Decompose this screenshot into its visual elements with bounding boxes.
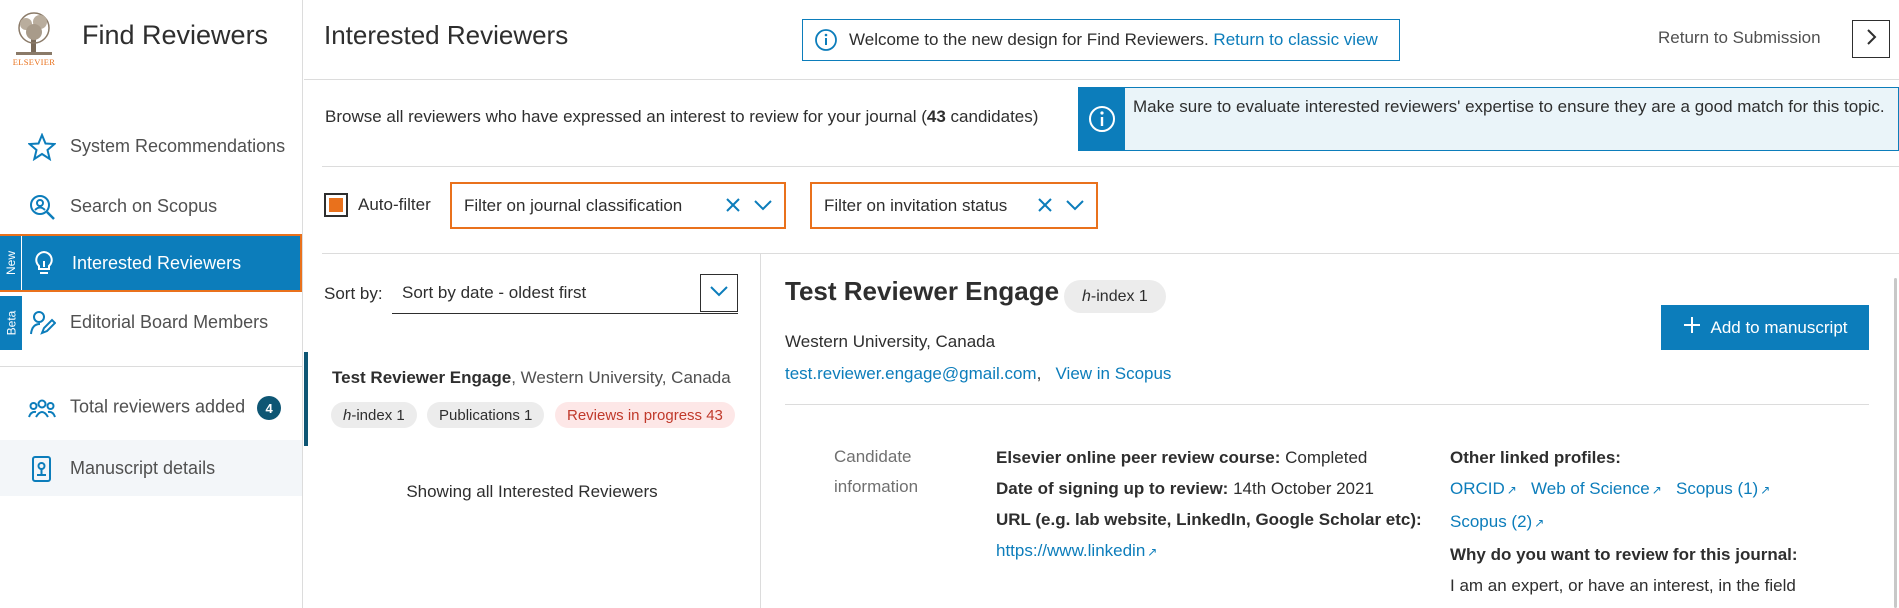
chevron-right-icon bbox=[1864, 28, 1878, 51]
sidebar-item-label: Total reviewers added 4 bbox=[70, 396, 282, 420]
reviewers-count-badge: 4 bbox=[257, 396, 282, 420]
candidate-information-label: Candidate information bbox=[834, 447, 919, 496]
lightbulb-icon bbox=[30, 249, 58, 277]
expertise-notice: Make sure to evaluate interested reviewe… bbox=[1078, 87, 1899, 151]
people-icon bbox=[28, 395, 56, 423]
candidate-info-column: Elsevier online peer review course: Comp… bbox=[996, 442, 1456, 568]
course-label: Elsevier online peer review course: bbox=[996, 448, 1281, 467]
date-value: 14th October 2021 bbox=[1233, 479, 1374, 498]
scopus-2-link[interactable]: Scopus (2) bbox=[1450, 512, 1532, 531]
intro-text: Browse all reviewers who have expressed … bbox=[325, 107, 1039, 126]
filter-label: Filter on journal classification bbox=[464, 195, 683, 215]
sidebar-item-label: Manuscript details bbox=[70, 457, 216, 478]
publications-pill: Publications 1 bbox=[427, 402, 545, 428]
candidate-links: test.reviewer.engage@gmail.com, View in … bbox=[785, 364, 1172, 383]
journal-classification-filter[interactable]: Filter on journal classification bbox=[450, 182, 786, 229]
add-to-manuscript-button[interactable]: Add to manuscript bbox=[1661, 305, 1869, 350]
external-link-icon: ↗ bbox=[1651, 483, 1662, 497]
plus-icon bbox=[1682, 315, 1702, 340]
divider bbox=[785, 404, 1869, 405]
sidebar-item-search-scopus[interactable]: Search on Scopus bbox=[0, 178, 302, 234]
autofilter-toggle[interactable]: Auto-filter bbox=[324, 193, 431, 217]
sort-select[interactable]: Sort by date - oldest first bbox=[392, 272, 738, 314]
classic-view-link[interactable]: Return to classic view bbox=[1213, 30, 1377, 50]
info-icon bbox=[815, 29, 837, 51]
date-label: Date of signing up to review: bbox=[996, 479, 1229, 498]
clear-icon[interactable] bbox=[1034, 194, 1056, 221]
clear-icon[interactable] bbox=[722, 194, 744, 221]
linked-profiles-label: Other linked profiles: bbox=[1450, 448, 1621, 467]
external-link-icon: ↗ bbox=[1147, 545, 1158, 559]
sidebar-item-label: Search on Scopus bbox=[70, 195, 218, 216]
document-icon bbox=[28, 455, 56, 483]
logo-area: ELSEVIER Find Reviewers bbox=[0, 0, 303, 80]
invitation-status-filter[interactable]: Filter on invitation status bbox=[810, 182, 1098, 229]
search-person-icon bbox=[28, 193, 56, 221]
why-review-label: Why do you want to review for this journ… bbox=[1450, 545, 1798, 564]
sort-value: Sort by date - oldest first bbox=[402, 283, 587, 302]
chevron-down-icon[interactable] bbox=[1064, 194, 1086, 221]
candidate-count: 43 bbox=[926, 107, 946, 126]
external-link-icon: ↗ bbox=[1506, 483, 1517, 497]
candidate-detail-pane: Test Reviewer Engage h -index 1 Western U… bbox=[762, 254, 1899, 608]
welcome-banner: Welcome to the new design for Find Revie… bbox=[802, 19, 1400, 61]
autofilter-checkbox[interactable] bbox=[324, 193, 348, 217]
chevron-down-icon[interactable] bbox=[752, 194, 774, 221]
url-label: URL (e.g. lab website, LinkedIn, Google … bbox=[996, 510, 1422, 529]
linkedin-link[interactable]: https://www.linkedin bbox=[996, 541, 1145, 560]
showing-text: Showing all Interested Reviewers bbox=[406, 482, 658, 501]
sidebar-item-system-recommendations[interactable]: System Recommendations bbox=[0, 118, 302, 174]
header: Interested Reviewers Welcome to the new … bbox=[304, 0, 1899, 80]
sidebar-item-label: System Recommendations bbox=[70, 135, 286, 156]
sidebar-item-editorial-board[interactable]: Editorial Board Members bbox=[0, 294, 302, 350]
page-title: Interested Reviewers bbox=[324, 20, 569, 50]
sidebar-item-label: Interested Reviewers bbox=[72, 252, 242, 273]
scopus-1-link[interactable]: Scopus (1) bbox=[1676, 479, 1758, 498]
candidate-affiliation: Western University, Canada bbox=[785, 332, 996, 351]
divider bbox=[322, 166, 1899, 167]
orcid-link[interactable]: ORCID bbox=[1450, 479, 1505, 498]
why-review-value: I am an expert, or have an interest, in … bbox=[1450, 576, 1796, 595]
autofilter-label: Auto-filter bbox=[358, 195, 431, 214]
external-link-icon: ↗ bbox=[1534, 516, 1545, 530]
sort-dropdown-button[interactable] bbox=[700, 274, 738, 312]
view-in-scopus-link[interactable]: View in Scopus bbox=[1056, 364, 1172, 383]
email-link[interactable]: test.reviewer.engage@gmail.com bbox=[785, 364, 1037, 383]
hindex-pill: h -index 1 bbox=[1064, 280, 1166, 313]
web-of-science-link[interactable]: Web of Science bbox=[1531, 479, 1650, 498]
candidate-name: Test Reviewer Engage, Western University… bbox=[332, 368, 731, 387]
linked-profiles-column: Other linked profiles: ORCID ↗ Web of Sci… bbox=[1450, 442, 1870, 601]
filter-label: Filter on invitation status bbox=[824, 195, 1008, 215]
notice-text: Make sure to evaluate interested reviewe… bbox=[1133, 97, 1885, 116]
return-to-submission-button[interactable] bbox=[1852, 20, 1890, 58]
chevron-down-icon bbox=[708, 280, 730, 307]
return-to-submission-text[interactable]: Return to Submission bbox=[1658, 28, 1821, 48]
candidate-card[interactable]: Test Reviewer Engage, Western University… bbox=[304, 352, 760, 446]
new-tag: New bbox=[0, 236, 22, 290]
sidebar: ELSEVIER Find Reviewers System Recommend… bbox=[0, 0, 303, 608]
person-edit-icon bbox=[28, 309, 57, 337]
candidate-detail-name: Test Reviewer Engage bbox=[785, 276, 1060, 306]
welcome-text: Welcome to the new design for Find Revie… bbox=[849, 30, 1209, 49]
scrollbar[interactable] bbox=[1894, 278, 1897, 608]
course-value: Completed bbox=[1285, 448, 1368, 467]
candidate-list-pane: Sort by: Sort by date - oldest first Tes… bbox=[304, 254, 761, 608]
sidebar-item-manuscript-details[interactable]: Manuscript details bbox=[0, 440, 302, 496]
sidebar-item-label: Editorial Board Members bbox=[70, 311, 269, 332]
external-link-icon: ↗ bbox=[1760, 483, 1771, 497]
app-title: Find Reviewers bbox=[82, 20, 269, 50]
sort-label: Sort by: bbox=[324, 284, 383, 303]
beta-tag: Beta bbox=[0, 296, 22, 350]
sidebar-divider bbox=[0, 366, 302, 367]
star-icon bbox=[26, 132, 58, 162]
hindex-pill: h -index 1 bbox=[331, 402, 417, 428]
reviews-in-progress-pill: Reviews in progress 43 bbox=[555, 402, 735, 428]
logo-wordmark: ELSEVIER bbox=[12, 57, 56, 67]
info-icon bbox=[1079, 88, 1125, 150]
sidebar-item-interested-reviewers[interactable]: Interested Reviewers bbox=[0, 234, 302, 292]
sidebar-item-total-reviewers[interactable]: Total reviewers added 4 bbox=[0, 380, 302, 436]
